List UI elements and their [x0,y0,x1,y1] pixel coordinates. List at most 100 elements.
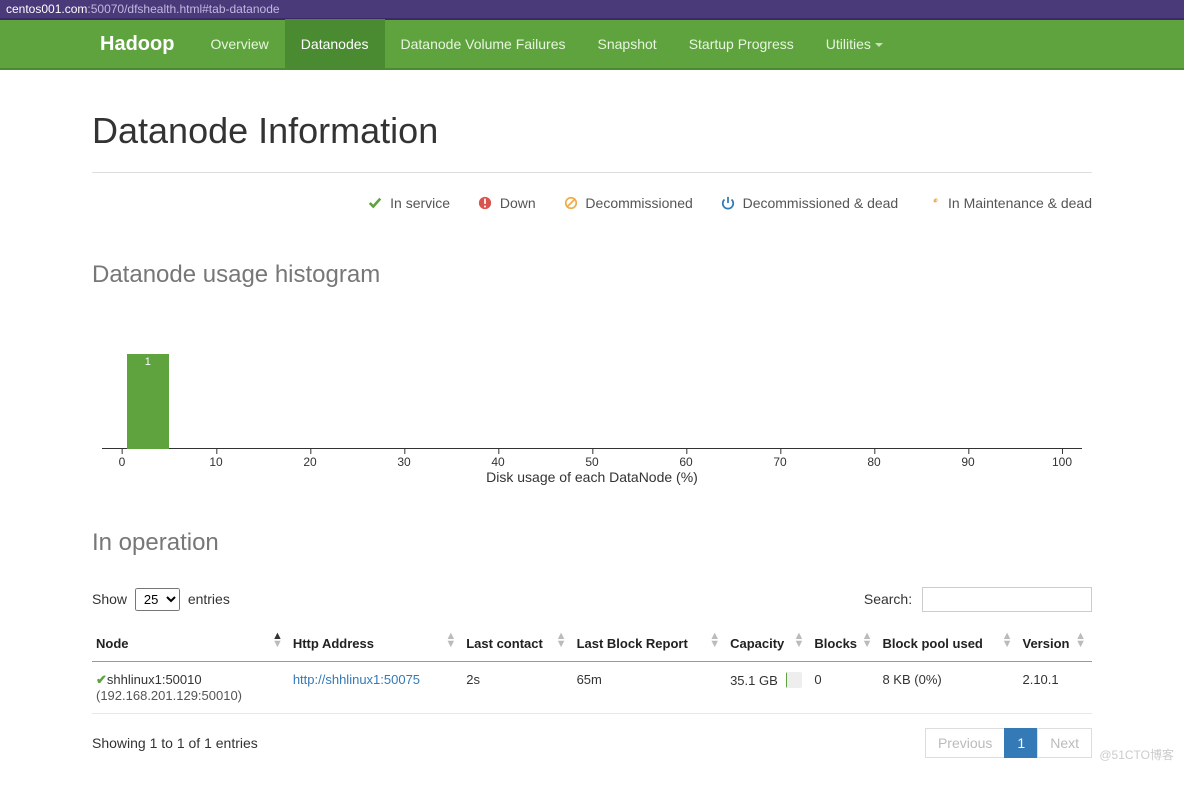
legend-label: In Maintenance & dead [948,195,1092,211]
sort-icon: ▲▼ [709,632,720,648]
sort-icon: ▲▼ [1075,632,1086,648]
x-tick: 30 [397,455,410,469]
sort-icon: ▲▼ [445,632,456,648]
nav-item-snapshot[interactable]: Snapshot [582,19,673,69]
sort-icon: ▲▼ [862,632,873,648]
col-block-pool-used[interactable]: Block pool used ▲▼ [878,626,1018,662]
in-operation-heading: In operation [92,529,1092,557]
cell-block-pool-used: 8 KB (0%) [878,662,1018,714]
col-version[interactable]: Version ▲▼ [1018,626,1092,662]
col-last-contact[interactable]: Last contact ▲▼ [462,626,572,662]
brand-logo[interactable]: Hadoop [100,33,174,56]
nav-item-datanodes[interactable]: Datanodes [285,19,385,69]
pager-page-1[interactable]: 1 [1004,728,1038,758]
cell-http: http://shhlinux1:50075 [289,662,462,714]
legend-label: Decommissioned & dead [743,195,899,211]
divider [92,172,1092,173]
col-http-address[interactable]: Http Address ▲▼ [289,626,462,662]
chevron-down-icon [875,43,883,47]
x-tick: 70 [773,455,786,469]
url-path: :50070/dfshealth.html#tab-datanode [87,2,279,16]
show-label-pre: Show [92,591,127,607]
col-last-block-report[interactable]: Last Block Report ▲▼ [573,626,727,662]
histogram-heading: Datanode usage histogram [92,261,1092,289]
status-legend: In service Down Decommissioned Decommiss… [92,189,1092,241]
col-label: Version [1022,636,1069,651]
x-axis-label: Disk usage of each DataNode (%) [486,469,698,485]
x-tick: 80 [867,455,880,469]
datanode-table: Node▲▼Http Address▲▼Last contact▲▼Last B… [92,626,1092,714]
col-label: Last contact [466,636,543,651]
pagination: Previous 1 Next [926,728,1092,758]
pager-prev[interactable]: Previous [925,728,1005,758]
x-tick: 90 [961,455,974,469]
col-label: Capacity [730,636,784,651]
x-tick: 100 [1052,455,1072,469]
node-addr: (192.168.201.129:50010) [96,688,242,703]
node-name: shhlinux1:50010 [107,672,202,687]
datatable-controls: Show 25 entries Search: [92,587,1092,612]
x-tick: 10 [209,455,222,469]
x-tick: 40 [491,455,504,469]
x-tick: 50 [585,455,598,469]
col-node[interactable]: Node ▲▼ [92,626,289,662]
nav-item-overview[interactable]: Overview [194,19,284,69]
cell-last-contact: 2s [462,662,572,714]
legend-label: In service [390,195,450,211]
col-blocks[interactable]: Blocks ▲▼ [810,626,878,662]
cell-blocks: 0 [810,662,878,714]
pager-next[interactable]: Next [1037,728,1092,758]
legend-label: Decommissioned [585,195,692,211]
col-label: Blocks [814,636,857,651]
legend-down: Down [478,195,536,211]
legend-decommissioned: Decommissioned [564,195,693,211]
col-label: Last Block Report [577,636,688,651]
wrench-icon [926,196,940,210]
page-title: Datanode Information [92,110,1092,152]
url-host: centos001.com [6,2,87,16]
sort-icon: ▲▼ [556,632,567,648]
cell-node: ✔shhlinux1:50010(192.168.201.129:50010) [92,662,289,714]
datatable-footer: Showing 1 to 1 of 1 entries Previous 1 N… [92,728,1092,758]
legend-decommissioned-dead: Decommissioned & dead [721,195,899,211]
col-capacity[interactable]: Capacity ▲▼ [726,626,810,662]
col-label: Node [96,636,129,651]
capacity-fill [786,672,787,688]
x-tick: 0 [119,455,126,469]
power-icon [721,196,735,210]
main-navbar: Hadoop OverviewDatanodesDatanode Volume … [0,20,1184,70]
show-label-post: entries [188,591,230,607]
sort-icon: ▲▼ [794,632,805,648]
nav-item-startup-progress[interactable]: Startup Progress [673,19,810,69]
page-size-control: Show 25 entries [92,588,230,611]
nav-item-datanode-volume-failures[interactable]: Datanode Volume Failures [385,19,582,69]
usage-histogram-chart: Disk usage of each DataNode (%) 10102030… [102,319,1082,469]
capacity-text: 35.1 GB [730,673,778,688]
histogram-bar: 1 [127,354,169,449]
down-icon [478,196,492,210]
search-control: Search: [864,587,1092,612]
sort-icon: ▲▼ [272,632,283,648]
col-label: Block pool used [882,636,982,651]
cell-capacity: 35.1 GB [726,662,810,714]
http-address-link[interactable]: http://shhlinux1:50075 [293,672,420,687]
check-icon [368,196,382,210]
legend-maintenance-dead: In Maintenance & dead [926,195,1092,211]
capacity-bar [786,672,803,688]
legend-in-service: In service [368,195,450,211]
page-size-select[interactable]: 25 [135,588,180,611]
search-input[interactable] [922,587,1092,612]
nav-item-utilities[interactable]: Utilities [810,19,899,69]
x-tick: 60 [679,455,692,469]
check-icon: ✔ [96,672,107,687]
table-row: ✔shhlinux1:50010(192.168.201.129:50010) h… [92,662,1092,714]
cell-last-block-report: 65m [573,662,727,714]
legend-label: Down [500,195,536,211]
cell-version: 2.10.1 [1018,662,1092,714]
table-info: Showing 1 to 1 of 1 entries [92,735,258,751]
sort-icon: ▲▼ [1002,632,1013,648]
col-label: Http Address [293,636,374,651]
browser-url-bar[interactable]: centos001.com:50070/dfshealth.html#tab-d… [0,0,1184,20]
search-label: Search: [864,591,912,607]
watermark: @51CTO博客 [1099,746,1174,763]
